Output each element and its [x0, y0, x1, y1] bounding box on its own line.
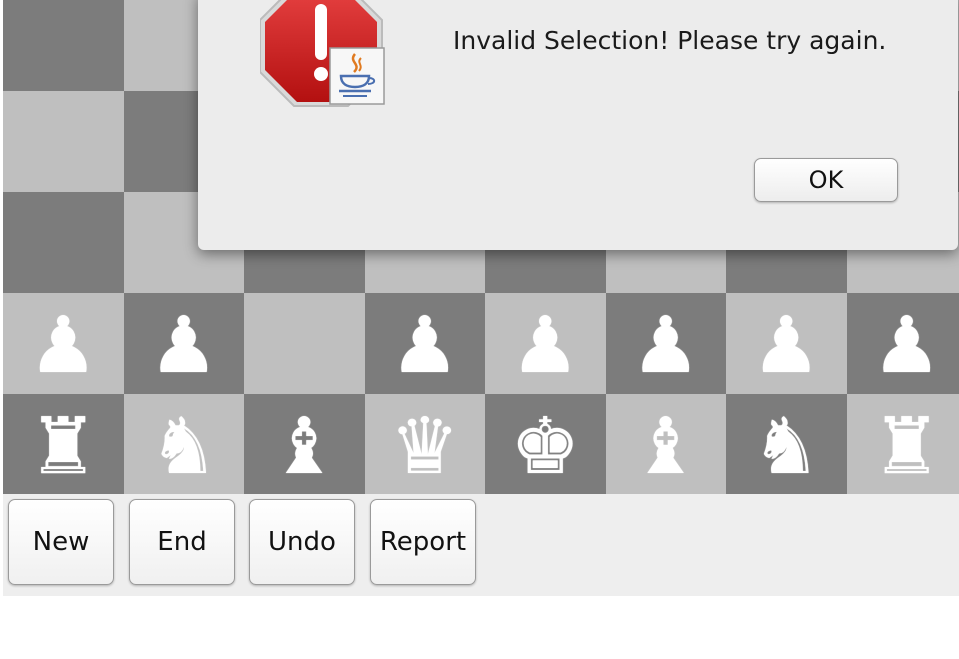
ok-button[interactable]: OK [754, 158, 898, 202]
board-square[interactable] [3, 192, 124, 293]
white-pawn-icon[interactable]: ♟ [390, 307, 460, 385]
board-square[interactable]: ♟ [364, 293, 485, 394]
board-square[interactable]: ♝ [244, 394, 365, 495]
board-square[interactable]: ♜ [3, 394, 124, 495]
board-square[interactable]: ♟ [846, 293, 959, 394]
end-button[interactable]: End [129, 499, 235, 585]
white-pawn-icon[interactable]: ♟ [631, 307, 701, 385]
button-panel: New End Undo Report [3, 494, 959, 596]
board-square[interactable]: ♟ [123, 293, 244, 394]
report-button[interactable]: Report [370, 499, 476, 585]
board-square[interactable] [244, 293, 365, 394]
white-knight-icon[interactable]: ♞ [149, 408, 219, 486]
board-square[interactable]: ♜ [846, 394, 959, 495]
board-square[interactable]: ♟ [3, 293, 124, 394]
white-pawn-icon[interactable]: ♟ [510, 307, 580, 385]
white-knight-icon[interactable]: ♞ [751, 408, 821, 486]
board-square[interactable]: ♞ [123, 394, 244, 495]
error-dialog: Invalid Selection! Please try again. OK [198, 0, 958, 250]
white-pawn-icon[interactable]: ♟ [872, 307, 942, 385]
error-stop-java-icon [259, 0, 386, 110]
undo-button[interactable]: Undo [249, 499, 355, 585]
board-square[interactable] [3, 91, 124, 192]
board-square[interactable]: ♚ [485, 394, 606, 495]
board-square[interactable]: ♛ [364, 394, 485, 495]
board-square[interactable]: ♟ [605, 293, 726, 394]
white-king-icon[interactable]: ♚ [510, 408, 580, 486]
white-rook-icon[interactable]: ♜ [872, 408, 942, 486]
board-square[interactable]: ♞ [726, 394, 847, 495]
white-queen-icon[interactable]: ♛ [390, 408, 460, 486]
dialog-message: Invalid Selection! Please try again. [453, 26, 887, 55]
white-pawn-icon[interactable]: ♟ [751, 307, 821, 385]
board-square[interactable]: ♟ [485, 293, 606, 394]
white-bishop-icon[interactable]: ♝ [269, 408, 339, 486]
white-bishop-icon[interactable]: ♝ [631, 408, 701, 486]
white-rook-icon[interactable]: ♜ [28, 408, 98, 486]
board-square[interactable]: ♟ [726, 293, 847, 394]
board-square[interactable] [3, 0, 124, 91]
white-pawn-icon[interactable]: ♟ [149, 307, 219, 385]
new-button[interactable]: New [8, 499, 114, 585]
white-pawn-icon[interactable]: ♟ [28, 307, 98, 385]
board-square[interactable]: ♝ [605, 394, 726, 495]
